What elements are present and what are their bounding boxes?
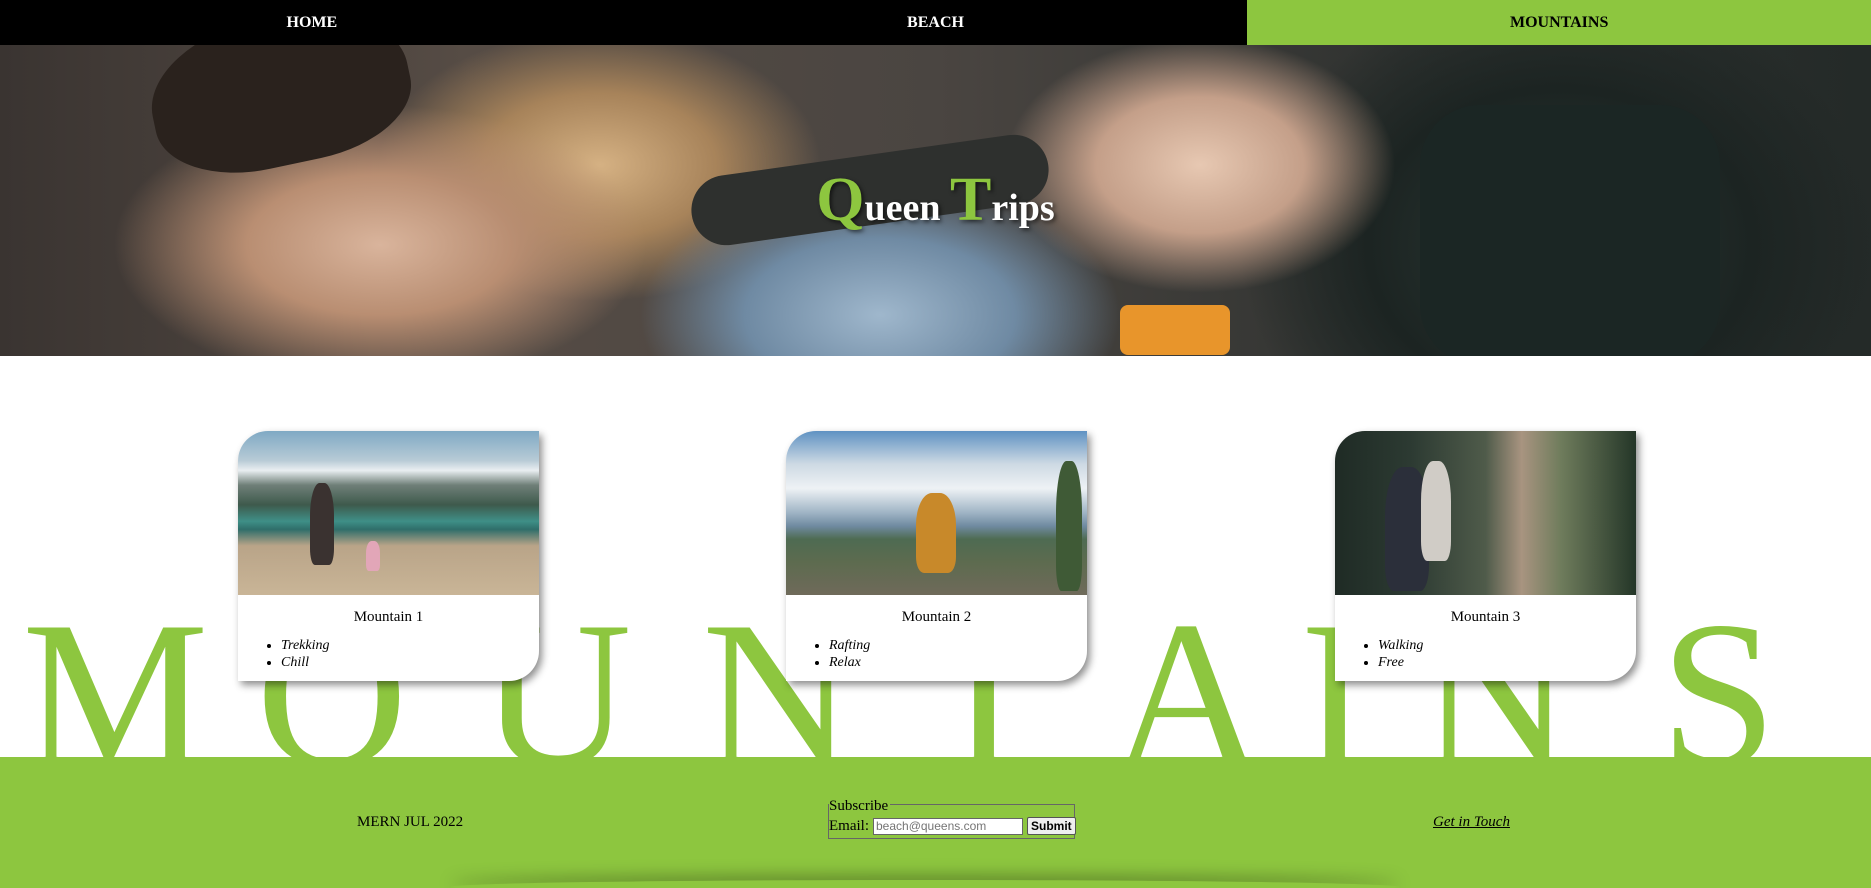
- card-image: [786, 431, 1087, 595]
- submit-button[interactable]: Submit: [1027, 817, 1076, 835]
- destination-card[interactable]: Mountain 1 Trekking Chill: [238, 431, 539, 681]
- list-item: Relax: [829, 654, 870, 671]
- title-initial-q: Q: [816, 166, 865, 234]
- background-letter: S: [1660, 595, 1777, 770]
- list-item: Chill: [281, 654, 329, 671]
- card-title: Mountain 2: [901, 609, 972, 625]
- top-nav: HOME BEACH MOUNTAINS: [0, 0, 1871, 45]
- nav-item-beach[interactable]: BEACH: [624, 0, 1248, 45]
- title-part-ueen: ueen: [864, 187, 950, 229]
- hero-banner: Queen Trips: [0, 45, 1871, 356]
- get-in-touch-link[interactable]: Get in Touch: [1433, 814, 1510, 831]
- email-label: Email:: [829, 817, 869, 834]
- destination-card[interactable]: Mountain 2 Rafting Relax: [786, 431, 1087, 681]
- subscribe-row: Email: Submit: [829, 817, 1076, 835]
- destination-card[interactable]: Mountain 3 Walking Free: [1335, 431, 1636, 681]
- card-image: [238, 431, 539, 595]
- card-feature-list: Walking Free: [1378, 637, 1423, 671]
- hero-photo-detail: [1120, 305, 1230, 355]
- footer-credit: MERN JUL 2022: [357, 814, 464, 830]
- card-feature-list: Trekking Chill: [281, 637, 329, 671]
- subscribe-legend: Subscribe: [829, 798, 891, 814]
- list-item: Rafting: [829, 637, 870, 654]
- site-title: Queen Trips: [0, 165, 1871, 236]
- title-part-rips: rips: [991, 187, 1055, 229]
- background-letter: M: [22, 595, 209, 770]
- card-title: Mountain 3: [1450, 609, 1521, 625]
- list-item: Free: [1378, 654, 1423, 671]
- list-item: Trekking: [281, 637, 329, 654]
- footer-shadow: [450, 880, 1400, 888]
- card-title: Mountain 1: [353, 609, 424, 625]
- card-image: [1335, 431, 1636, 595]
- title-initial-t: T: [950, 166, 992, 234]
- email-field[interactable]: [873, 817, 1023, 835]
- nav-item-mountains[interactable]: MOUNTAINS: [1247, 0, 1871, 45]
- footer: MERN JUL 2022 Subscribe Email: Submit Ge…: [0, 757, 1871, 888]
- nav-item-home[interactable]: HOME: [0, 0, 624, 45]
- subscribe-form: Subscribe Email: Submit: [828, 798, 1076, 839]
- background-letter: A: [1112, 595, 1264, 770]
- card-feature-list: Rafting Relax: [829, 637, 870, 671]
- list-item: Walking: [1378, 637, 1423, 654]
